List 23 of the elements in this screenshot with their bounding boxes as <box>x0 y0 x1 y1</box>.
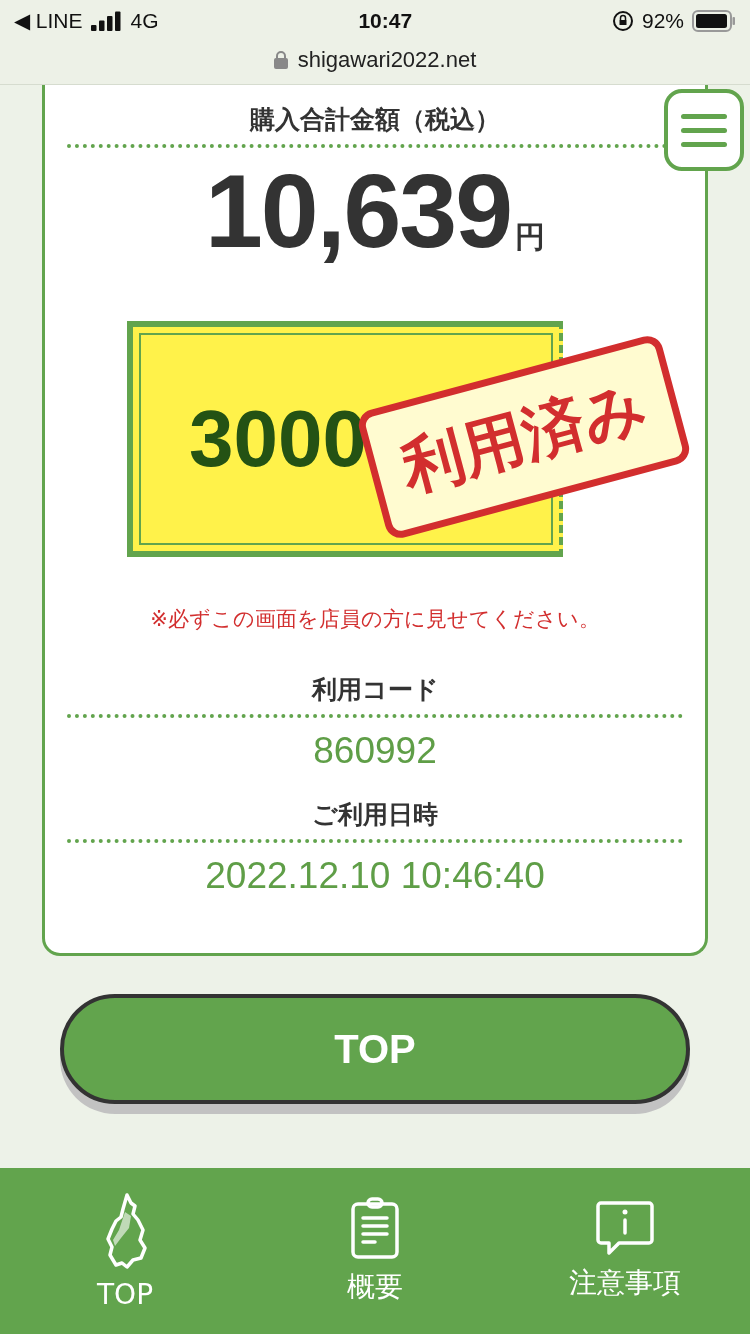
total-label: 購入合計金額（税込） <box>250 104 500 136</box>
nav-item[interactable]: TOP <box>0 1168 250 1334</box>
nav-item[interactable]: 注意事項 <box>500 1168 750 1334</box>
clock-time: 10:47 <box>358 9 413 33</box>
lock-icon <box>273 51 288 69</box>
info-icon <box>595 1200 655 1256</box>
battery-icon <box>692 10 736 32</box>
currency-unit: 円 <box>515 218 546 256</box>
url-text[interactable]: shigawari2022.net <box>297 47 477 73</box>
datetime-label: ご利用日時 <box>312 799 438 831</box>
battery-percent: 92% <box>641 9 684 33</box>
back-app-link[interactable]: ◀ LINE <box>14 9 83 33</box>
usage-datetime: 2022.12.10 10:46:40 <box>205 855 545 897</box>
usage-code: 860992 <box>313 730 437 772</box>
signal-icon <box>90 11 123 31</box>
nav-item[interactable]: 概要 <box>250 1168 500 1334</box>
code-label: 利用コード <box>311 674 439 706</box>
total-amount: 10,639 <box>204 152 512 271</box>
notice-text: ※必ずこの画面を店員の方に見せてください。 <box>150 606 600 633</box>
rotation-lock-icon <box>611 10 634 32</box>
network-type: 4G <box>130 9 159 33</box>
menu-button[interactable] <box>664 89 744 171</box>
clipboard-icon <box>350 1196 400 1260</box>
